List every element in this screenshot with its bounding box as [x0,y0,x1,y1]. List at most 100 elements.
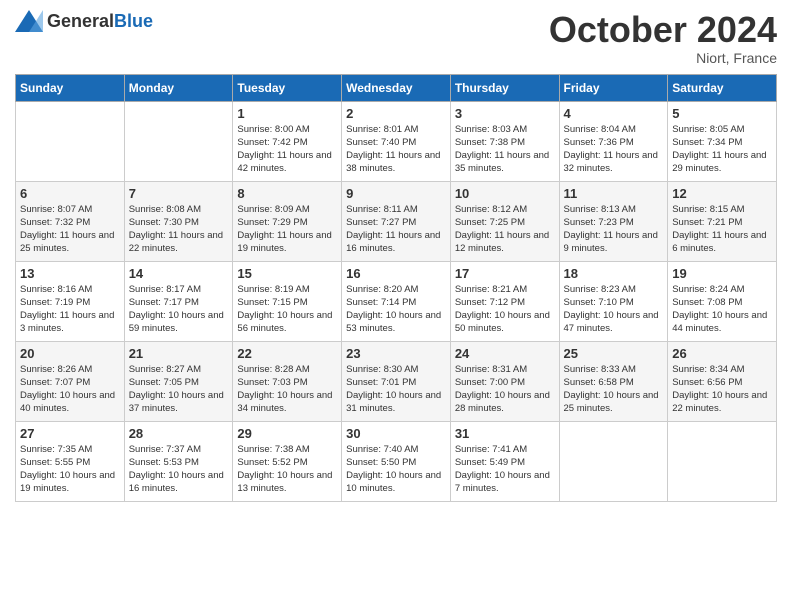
day-number: 5 [672,106,772,121]
cell-content: Sunrise: 8:27 AM Sunset: 7:05 PM Dayligh… [129,363,229,416]
day-number: 11 [564,186,664,201]
cell-content: Sunrise: 7:35 AM Sunset: 5:55 PM Dayligh… [20,443,120,496]
cell-content: Sunrise: 8:21 AM Sunset: 7:12 PM Dayligh… [455,283,555,336]
cell-content: Sunrise: 8:01 AM Sunset: 7:40 PM Dayligh… [346,123,446,176]
day-number: 2 [346,106,446,121]
location: Niort, France [549,50,777,66]
cell-content: Sunrise: 8:28 AM Sunset: 7:03 PM Dayligh… [237,363,337,416]
cell-content: Sunrise: 8:15 AM Sunset: 7:21 PM Dayligh… [672,203,772,256]
day-number: 18 [564,266,664,281]
calendar-table: SundayMondayTuesdayWednesdayThursdayFrid… [15,74,777,502]
calendar-cell: 14 Sunrise: 8:17 AM Sunset: 7:17 PM Dayli… [124,261,233,341]
calendar-cell: 30Sunrise: 7:40 AM Sunset: 5:50 PM Dayli… [342,421,451,501]
day-header-monday: Monday [124,74,233,101]
day-number: 29 [237,426,337,441]
calendar-cell: 5Sunrise: 8:05 AM Sunset: 7:34 PM Daylig… [668,101,777,181]
cell-content: Sunrise: 8:17 AM Sunset: 7:17 PM Dayligh… [129,283,229,336]
calendar-cell [124,101,233,181]
day-number: 9 [346,186,446,201]
day-number: 16 [346,266,446,281]
calendar-cell: 4 Sunrise: 8:04 AM Sunset: 7:36 PM Daylig… [559,101,668,181]
calendar-cell: 29 Sunrise: 7:38 AM Sunset: 5:52 PM Dayli… [233,421,342,501]
calendar-cell: 3 Sunrise: 8:03 AM Sunset: 7:38 PM Daylig… [450,101,559,181]
day-number: 10 [455,186,555,201]
logo-blue: Blue [114,11,153,31]
calendar-cell: 21Sunrise: 8:27 AM Sunset: 7:05 PM Dayli… [124,341,233,421]
cell-content: Sunrise: 8:30 AM Sunset: 7:01 PM Dayligh… [346,363,446,416]
calendar-cell: 16 Sunrise: 8:20 AM Sunset: 7:14 PM Dayli… [342,261,451,341]
calendar-cell: 25Sunrise: 8:33 AM Sunset: 6:58 PM Dayli… [559,341,668,421]
day-number: 30 [346,426,446,441]
day-number: 13 [20,266,120,281]
logo: GeneralBlue [15,10,153,32]
cell-content: Sunrise: 8:11 AM Sunset: 7:27 PM Dayligh… [346,203,446,256]
calendar-week-row: 27 Sunrise: 7:35 AM Sunset: 5:55 PM Dayli… [16,421,777,501]
page-header: GeneralBlue October 2024 Niort, France [15,10,777,66]
calendar-cell: 10 Sunrise: 8:12 AM Sunset: 7:25 PM Dayli… [450,181,559,261]
day-number: 12 [672,186,772,201]
day-number: 31 [455,426,555,441]
title-block: October 2024 Niort, France [549,10,777,66]
calendar-cell: 20 Sunrise: 8:26 AM Sunset: 7:07 PM Dayli… [16,341,125,421]
cell-content: Sunrise: 8:26 AM Sunset: 7:07 PM Dayligh… [20,363,120,416]
day-header-thursday: Thursday [450,74,559,101]
calendar-cell: 8Sunrise: 8:09 AM Sunset: 7:29 PM Daylig… [233,181,342,261]
cell-content: Sunrise: 8:04 AM Sunset: 7:36 PM Dayligh… [564,123,664,176]
calendar-cell [559,421,668,501]
calendar-week-row: 13 Sunrise: 8:16 AM Sunset: 7:19 PM Dayli… [16,261,777,341]
cell-content: Sunrise: 8:00 AM Sunset: 7:42 PM Dayligh… [237,123,337,176]
cell-content: Sunrise: 8:19 AM Sunset: 7:15 PM Dayligh… [237,283,337,336]
calendar-week-row: 6 Sunrise: 8:07 AM Sunset: 7:32 PM Daylig… [16,181,777,261]
cell-content: Sunrise: 7:41 AM Sunset: 5:49 PM Dayligh… [455,443,555,496]
day-number: 22 [237,346,337,361]
cell-content: Sunrise: 8:31 AM Sunset: 7:00 PM Dayligh… [455,363,555,416]
cell-content: Sunrise: 8:08 AM Sunset: 7:30 PM Dayligh… [129,203,229,256]
cell-content: Sunrise: 8:24 AM Sunset: 7:08 PM Dayligh… [672,283,772,336]
cell-content: Sunrise: 8:03 AM Sunset: 7:38 PM Dayligh… [455,123,555,176]
day-number: 19 [672,266,772,281]
day-number: 3 [455,106,555,121]
calendar-cell: 17Sunrise: 8:21 AM Sunset: 7:12 PM Dayli… [450,261,559,341]
calendar-cell: 22 Sunrise: 8:28 AM Sunset: 7:03 PM Dayli… [233,341,342,421]
calendar-cell: 11 Sunrise: 8:13 AM Sunset: 7:23 PM Dayli… [559,181,668,261]
calendar-cell: 6 Sunrise: 8:07 AM Sunset: 7:32 PM Daylig… [16,181,125,261]
calendar-cell: 7 Sunrise: 8:08 AM Sunset: 7:30 PM Daylig… [124,181,233,261]
calendar-cell: 26Sunrise: 8:34 AM Sunset: 6:56 PM Dayli… [668,341,777,421]
calendar-cell: 23 Sunrise: 8:30 AM Sunset: 7:01 PM Dayli… [342,341,451,421]
day-number: 15 [237,266,337,281]
calendar-cell: 24Sunrise: 8:31 AM Sunset: 7:00 PM Dayli… [450,341,559,421]
day-number: 1 [237,106,337,121]
cell-content: Sunrise: 8:12 AM Sunset: 7:25 PM Dayligh… [455,203,555,256]
calendar-week-row: 20 Sunrise: 8:26 AM Sunset: 7:07 PM Dayli… [16,341,777,421]
calendar-cell [668,421,777,501]
day-header-sunday: Sunday [16,74,125,101]
calendar-header-row: SundayMondayTuesdayWednesdayThursdayFrid… [16,74,777,101]
cell-content: Sunrise: 8:33 AM Sunset: 6:58 PM Dayligh… [564,363,664,416]
calendar-cell: 18 Sunrise: 8:23 AM Sunset: 7:10 PM Dayli… [559,261,668,341]
day-header-saturday: Saturday [668,74,777,101]
calendar-cell: 13 Sunrise: 8:16 AM Sunset: 7:19 PM Dayli… [16,261,125,341]
cell-content: Sunrise: 8:20 AM Sunset: 7:14 PM Dayligh… [346,283,446,336]
calendar-cell: 9 Sunrise: 8:11 AM Sunset: 7:27 PM Daylig… [342,181,451,261]
day-number: 20 [20,346,120,361]
day-number: 7 [129,186,229,201]
logo-general: General [47,11,114,31]
cell-content: Sunrise: 8:07 AM Sunset: 7:32 PM Dayligh… [20,203,120,256]
day-number: 28 [129,426,229,441]
calendar-cell: 15 Sunrise: 8:19 AM Sunset: 7:15 PM Dayli… [233,261,342,341]
logo-icon [15,10,43,32]
day-number: 23 [346,346,446,361]
day-number: 27 [20,426,120,441]
cell-content: Sunrise: 8:23 AM Sunset: 7:10 PM Dayligh… [564,283,664,336]
cell-content: Sunrise: 8:16 AM Sunset: 7:19 PM Dayligh… [20,283,120,336]
cell-content: Sunrise: 7:38 AM Sunset: 5:52 PM Dayligh… [237,443,337,496]
calendar-cell: 19 Sunrise: 8:24 AM Sunset: 7:08 PM Dayli… [668,261,777,341]
day-header-wednesday: Wednesday [342,74,451,101]
month-title: October 2024 [549,10,777,50]
day-header-friday: Friday [559,74,668,101]
day-number: 6 [20,186,120,201]
cell-content: Sunrise: 8:13 AM Sunset: 7:23 PM Dayligh… [564,203,664,256]
day-number: 14 [129,266,229,281]
day-number: 4 [564,106,664,121]
calendar-cell: 2 Sunrise: 8:01 AM Sunset: 7:40 PM Daylig… [342,101,451,181]
